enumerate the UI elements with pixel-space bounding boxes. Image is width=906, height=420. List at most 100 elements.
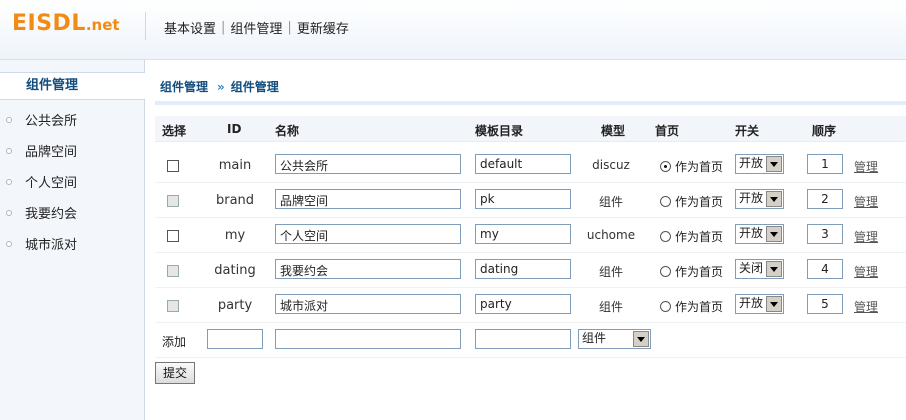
row-model: 组件 bbox=[598, 195, 623, 209]
row-home-radio[interactable]: 作为首页 bbox=[660, 193, 723, 210]
sidebar-title[interactable]: 组件管理 bbox=[0, 72, 145, 100]
table-header: 选择 ID 名称 模板目录 模型 首页 开关 顺序 bbox=[155, 116, 906, 142]
row-name-input[interactable]: 公共会所 bbox=[275, 154, 461, 174]
row-home-radio[interactable]: 作为首页 bbox=[660, 263, 723, 280]
table-row: party 城市派对 party 组件 作为首页 开放 5 管理 bbox=[155, 288, 906, 323]
radio-icon bbox=[660, 196, 671, 207]
nav-separator: | bbox=[221, 20, 226, 35]
row-manage-link[interactable]: 管理 bbox=[854, 193, 878, 210]
row-template-input[interactable]: my bbox=[475, 224, 571, 244]
row-order-input[interactable]: 4 bbox=[807, 259, 843, 279]
bullet-icon bbox=[6, 116, 12, 123]
row-id: main bbox=[218, 158, 252, 173]
row-name-input[interactable]: 个人空间 bbox=[275, 224, 461, 244]
chevron-down-icon bbox=[766, 191, 782, 207]
sidebar-item-brand-space[interactable]: 品牌空间 bbox=[0, 135, 145, 166]
row-select-checkbox[interactable] bbox=[167, 195, 179, 207]
col-home: 首页 bbox=[655, 124, 680, 138]
breadcrumb-arrow-icon: » bbox=[217, 80, 225, 94]
col-id: ID bbox=[227, 122, 242, 136]
sidebar-item-label: 城市派对 bbox=[25, 238, 78, 253]
table-row: my 个人空间 my uchome 作为首页 开放 3 管理 bbox=[155, 218, 906, 253]
logo-main-text: EISDL bbox=[12, 11, 86, 36]
chevron-down-icon bbox=[766, 226, 782, 242]
sidebar-item-dating[interactable]: 我要约会 bbox=[0, 197, 145, 228]
breadcrumb-divider bbox=[155, 101, 906, 105]
row-template-input[interactable]: dating bbox=[475, 259, 571, 279]
add-template-input[interactable] bbox=[475, 329, 571, 349]
nav-update-cache[interactable]: 更新缓存 bbox=[297, 18, 349, 37]
col-model: 模型 bbox=[601, 124, 626, 138]
chevron-down-icon bbox=[766, 296, 782, 312]
nav-basic-settings[interactable]: 基本设置 bbox=[164, 18, 216, 37]
breadcrumb-parent[interactable]: 组件管理 bbox=[160, 80, 208, 94]
row-manage-link[interactable]: 管理 bbox=[854, 228, 878, 245]
row-name-input[interactable]: 我要约会 bbox=[275, 259, 461, 279]
add-model-select-value: 组件 bbox=[582, 331, 607, 345]
row-manage-link[interactable]: 管理 bbox=[854, 158, 878, 175]
add-model-select[interactable]: 组件 bbox=[578, 329, 651, 349]
row-home-radio[interactable]: 作为首页 bbox=[660, 228, 723, 245]
row-id: my bbox=[224, 228, 246, 243]
submit-button[interactable]: 提交 bbox=[155, 362, 195, 384]
row-select-checkbox[interactable] bbox=[167, 160, 179, 172]
add-name-input[interactable] bbox=[275, 329, 461, 349]
row-model: 组件 bbox=[598, 265, 623, 279]
table-row: main 公共会所 default discuz 作为首页 开放 1 管理 bbox=[155, 148, 906, 183]
row-template-input[interactable]: default bbox=[475, 154, 571, 174]
add-row: 添加 组件 bbox=[155, 323, 906, 358]
row-order-input[interactable]: 5 bbox=[807, 294, 843, 314]
nav-separator: | bbox=[287, 20, 292, 35]
chevron-down-icon bbox=[633, 331, 649, 347]
row-order-input[interactable]: 1 bbox=[807, 154, 843, 174]
row-home-radio[interactable]: 作为首页 bbox=[660, 298, 723, 315]
top-nav: 基本设置 | 组件管理 | 更新缓存 bbox=[164, 18, 349, 37]
sidebar-item-label: 公共会所 bbox=[25, 114, 78, 129]
row-name-input[interactable]: 品牌空间 bbox=[275, 189, 461, 209]
row-switch-value: 开放 bbox=[739, 156, 764, 170]
site-logo[interactable]: EISDL. net bbox=[12, 11, 120, 39]
sidebar-item-personal-space[interactable]: 个人空间 bbox=[0, 166, 145, 197]
row-select-checkbox[interactable] bbox=[167, 230, 179, 242]
chevron-down-icon bbox=[766, 261, 782, 277]
row-order-input[interactable]: 3 bbox=[807, 224, 843, 244]
row-switch-select[interactable]: 关闭 bbox=[735, 259, 784, 279]
sidebar: 组件管理 公共会所 品牌空间 个人空间 我要约会 城市派对 bbox=[0, 60, 145, 420]
row-switch-select[interactable]: 开放 bbox=[735, 294, 784, 314]
sidebar-item-label: 品牌空间 bbox=[25, 145, 78, 160]
sidebar-item-public-club[interactable]: 公共会所 bbox=[0, 104, 145, 135]
nav-component-management[interactable]: 组件管理 bbox=[230, 18, 282, 37]
row-select-checkbox[interactable] bbox=[167, 300, 179, 312]
row-name-input[interactable]: 城市派对 bbox=[275, 294, 461, 314]
radio-icon bbox=[660, 266, 671, 277]
row-home-radio[interactable]: 作为首页 bbox=[660, 158, 723, 175]
row-select-checkbox[interactable] bbox=[167, 265, 179, 277]
row-manage-link[interactable]: 管理 bbox=[854, 263, 878, 280]
sidebar-item-label: 个人空间 bbox=[25, 176, 78, 191]
row-home-label: 作为首页 bbox=[675, 160, 724, 174]
row-switch-select[interactable]: 开放 bbox=[735, 189, 784, 209]
row-home-label: 作为首页 bbox=[675, 230, 724, 244]
radio-icon bbox=[660, 231, 671, 242]
sidebar-item-city-party[interactable]: 城市派对 bbox=[0, 228, 145, 259]
col-order: 顺序 bbox=[812, 124, 837, 138]
row-home-label: 作为首页 bbox=[675, 300, 724, 314]
row-switch-value: 开放 bbox=[739, 191, 764, 205]
row-template-input[interactable]: party bbox=[475, 294, 571, 314]
chevron-down-icon bbox=[766, 156, 782, 172]
bullet-icon bbox=[6, 147, 12, 154]
row-switch-select[interactable]: 开放 bbox=[735, 154, 784, 174]
row-order-input[interactable]: 2 bbox=[807, 189, 843, 209]
table-row: dating 我要约会 dating 组件 作为首页 关闭 4 管理 bbox=[155, 253, 906, 288]
table-row: brand 品牌空间 pk 组件 作为首页 开放 2 管理 bbox=[155, 183, 906, 218]
breadcrumb: 组件管理 » 组件管理 bbox=[160, 78, 279, 95]
row-manage-link[interactable]: 管理 bbox=[854, 298, 878, 315]
sidebar-item-label: 我要约会 bbox=[25, 207, 78, 222]
bullet-icon bbox=[6, 240, 12, 247]
row-switch-select[interactable]: 开放 bbox=[735, 224, 784, 244]
col-name: 名称 bbox=[275, 124, 300, 138]
row-template-input[interactable]: pk bbox=[475, 189, 571, 209]
bullet-icon bbox=[6, 178, 12, 185]
add-id-input[interactable] bbox=[207, 329, 263, 349]
sidebar-list: 公共会所 品牌空间 个人空间 我要约会 城市派对 bbox=[0, 104, 145, 259]
